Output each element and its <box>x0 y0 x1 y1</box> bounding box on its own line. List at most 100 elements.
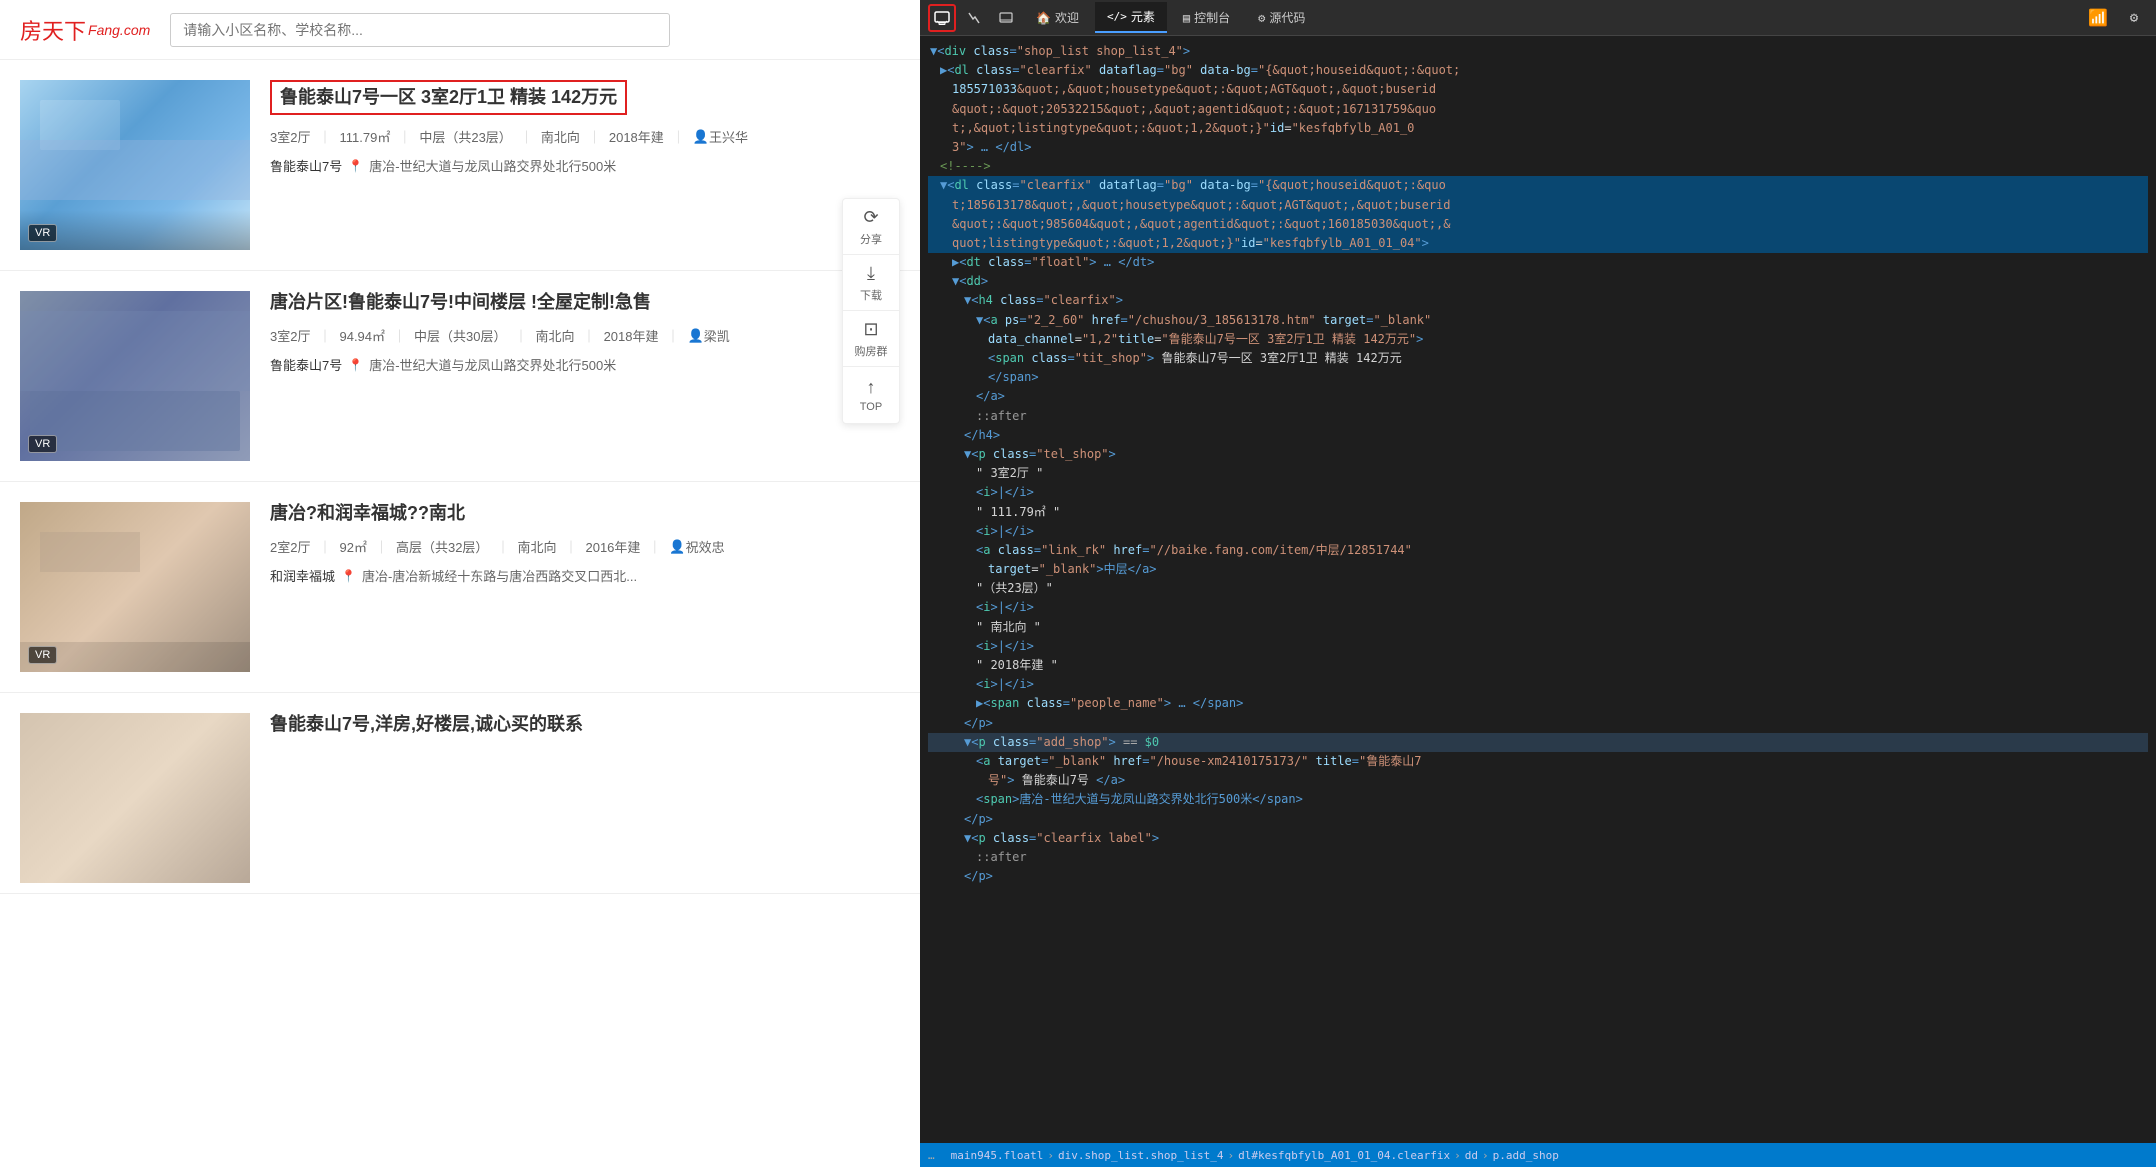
listing-title[interactable]: 唐冶?和润幸福城??南北 <box>270 502 900 525</box>
code-tag: <i>|</i> <box>976 522 1034 541</box>
breadcrumb-item[interactable]: dd <box>1465 1149 1478 1162</box>
breadcrumb-sep: › <box>1482 1149 1489 1162</box>
code-text: quot;listingtype&quot;:&quot;1,2&quot;}" <box>952 234 1241 253</box>
device-button[interactable] <box>992 4 1020 32</box>
location-icon: 📍 <box>348 159 363 173</box>
area: 111.79㎡ <box>339 127 390 146</box>
listing-image <box>20 713 250 883</box>
code-tag: ▼<dd> <box>952 272 988 291</box>
sep: ｜ <box>583 326 596 345</box>
code-line-highlighted[interactable]: ▼<dl class="clearfix" dataflag="bg" data… <box>928 176 2148 195</box>
tab-sources[interactable]: ⚙ 源代码 <box>1246 3 1317 32</box>
code-comment: <!----> <box>940 157 991 176</box>
listing-title[interactable]: 唐冶片区!鲁能泰山7号!中间楼层 !全屋定制!急售 <box>270 291 900 314</box>
code-tag: ▼<p class="add_shop"> == $0 <box>964 733 1159 752</box>
code-tag: ▼<div class="shop_list shop_list_4"> <box>930 42 1190 61</box>
code-tag: ▼<h4 class="clearfix"> <box>964 291 1123 310</box>
code-tag: <a class="link_rk" href="//baike.fang.co… <box>976 541 1412 560</box>
code-text: &quot;:&quot;985604&quot;,&quot;agentid&… <box>952 215 1451 234</box>
settings-icon[interactable]: ⚙ <box>2120 4 2148 32</box>
code-line: ▼<dd> <box>928 272 2148 291</box>
listing-content: 唐冶?和润幸福城??南北 2室2厅 ｜ 92㎡ ｜ 高层（共32层） ｜ 南北向… <box>270 502 900 672</box>
tab-console[interactable]: ▤ 控制台 <box>1171 3 1242 32</box>
top-label: TOP <box>860 401 882 413</box>
breadcrumb-item[interactable]: dl#kesfqbfylb_A01_01_04.clearfix <box>1238 1149 1450 1162</box>
group-button[interactable]: ⊡ 购房群 <box>843 311 899 367</box>
listing-item: VR 唐冶?和润幸福城??南北 2室2厅 ｜ 92㎡ ｜ 高层（共32层） ｜ … <box>0 482 920 693</box>
tab-elements[interactable]: </> 元素 <box>1095 2 1167 33</box>
code-line: " 111.79㎡ " <box>928 503 2148 522</box>
code-line: ::after <box>928 848 2148 867</box>
code-line: </span> <box>928 368 2148 387</box>
code-tag: </h4> <box>964 426 1000 445</box>
code-text: 185571033&quot;,&quot;housetype&quot;:&q… <box>952 80 1436 99</box>
code-line: target="_blank">中层</a> <box>928 560 2148 579</box>
code-tag: </span> <box>988 368 1039 387</box>
area: 92㎡ <box>339 537 366 556</box>
code-line: </h4> <box>928 426 2148 445</box>
code-line: "（共23层）" <box>928 579 2148 598</box>
code-tag: <span class="tit_shop"> <box>988 349 1154 368</box>
top-button[interactable]: ↑ TOP <box>843 367 899 423</box>
rooms: 3室2厅 <box>270 326 310 345</box>
code-text: " 111.79㎡ " <box>976 503 1060 522</box>
direction: 南北向 <box>536 326 575 345</box>
listing-title[interactable]: 鲁能泰山7号一区 3室2厅1卫 精装 142万元 <box>270 80 627 115</box>
listing-content: 唐冶片区!鲁能泰山7号!中间楼层 !全屋定制!急售 3室2厅 ｜ 94.94㎡ … <box>270 291 900 461</box>
code-line: ▶<span class="people_name"> … </span> <box>928 694 2148 713</box>
listing-item: VR 鲁能泰山7号一区 3室2厅1卫 精装 142万元 3室2厅 ｜ 111.7… <box>0 60 920 271</box>
listing-address: 和润幸福城 📍 唐冶-唐冶新城经十东路与唐冶西路交叉口西北... <box>270 566 900 585</box>
code-line: ::after <box>928 407 2148 426</box>
listing-details: 2室2厅 ｜ 92㎡ ｜ 高层（共32层） ｜ 南北向 ｜ 2016年建 ｜ 👤… <box>270 537 900 556</box>
sep: ｜ <box>496 537 509 556</box>
code-line: ▼<p class="clearfix label"> <box>928 829 2148 848</box>
top-icon: ↑ <box>867 377 876 398</box>
code-tag: <i>|</i> <box>976 598 1034 617</box>
sep: ｜ <box>318 127 331 146</box>
sources-icon: ⚙ <box>1258 11 1265 25</box>
devtools-panel: 🏠 欢迎 </> 元素 ▤ 控制台 ⚙ 源代码 📶 ⚙ ▼<div class=… <box>920 0 2156 1167</box>
breadcrumb-item[interactable]: div.shop_list.shop_list_4 <box>1058 1149 1224 1162</box>
code-text: t;185613178&quot;,&quot;housetype&quot;:… <box>952 196 1451 215</box>
code-line: <span>唐冶-世纪大道与龙凤山路交界处北行500米</span> <box>928 790 2148 809</box>
sep: ｜ <box>375 537 388 556</box>
code-line: <!----> <box>928 157 2148 176</box>
share-icon: ⟳ <box>863 207 878 228</box>
download-button[interactable]: ⤓ 下载 <box>843 255 899 311</box>
code-tag: <i>|</i> <box>976 637 1034 656</box>
inspect-button[interactable] <box>960 4 988 32</box>
rooms: 2室2厅 <box>270 537 310 556</box>
breadcrumb-item[interactable]: main945.floatl <box>951 1149 1044 1162</box>
code-tag: </p> <box>964 867 993 886</box>
community-link[interactable]: 鲁能泰山7号 <box>270 156 342 175</box>
listings-container: VR 鲁能泰山7号一区 3室2厅1卫 精装 142万元 3室2厅 ｜ 111.7… <box>0 60 920 1167</box>
address-text: 唐冶-世纪大道与龙凤山路交界处北行500米 <box>369 355 616 374</box>
devtools-code-content[interactable]: ▼<div class="shop_list shop_list_4"> ▶<d… <box>920 36 2156 1143</box>
tab-welcome[interactable]: 🏠 欢迎 <box>1024 3 1091 32</box>
vr-badge: VR <box>28 435 57 453</box>
group-icon: ⊡ <box>863 319 878 340</box>
code-line: t;,&quot;listingtype&quot;:&quot;1,2&quo… <box>928 119 2148 138</box>
code-pseudo: ::after <box>976 848 1027 867</box>
code-text: " 3室2厅 " <box>976 464 1043 483</box>
devtools-toggle-button[interactable] <box>928 4 956 32</box>
code-tag: <a target="_blank" href="/house-xm241017… <box>976 752 1421 771</box>
code-line: </p> <box>928 867 2148 886</box>
code-line: <i>|</i> <box>928 637 2148 656</box>
code-line: ▶<dt class="floatl"> … </dt> <box>928 253 2148 272</box>
code-line: <i>|</i> <box>928 483 2148 502</box>
code-line: </a> <box>928 387 2148 406</box>
code-line-active[interactable]: ▼<p class="add_shop"> == $0 <box>928 733 2148 752</box>
search-input[interactable] <box>170 13 670 47</box>
breadcrumb-item[interactable]: p.add_shop <box>1493 1149 1559 1162</box>
share-button[interactable]: ⟳ 分享 <box>843 199 899 255</box>
vr-badge: VR <box>28 224 57 242</box>
community-link[interactable]: 鲁能泰山7号 <box>270 355 342 374</box>
code-line: ▼<div class="shop_list shop_list_4"> <box>928 42 2148 61</box>
listing-image: VR <box>20 80 250 250</box>
community-link[interactable]: 和润幸福城 <box>270 566 335 585</box>
code-line: &quot;:&quot;20532215&quot;,&quot;agenti… <box>928 100 2148 119</box>
listing-title[interactable]: 鲁能泰山7号,洋房,好楼层,诚心买的联系 <box>270 713 900 736</box>
code-text: t;,&quot;listingtype&quot;:&quot;1,2&quo… <box>952 119 1270 138</box>
code-tag: <span>唐冶-世纪大道与龙凤山路交界处北行500米</span> <box>976 790 1303 809</box>
